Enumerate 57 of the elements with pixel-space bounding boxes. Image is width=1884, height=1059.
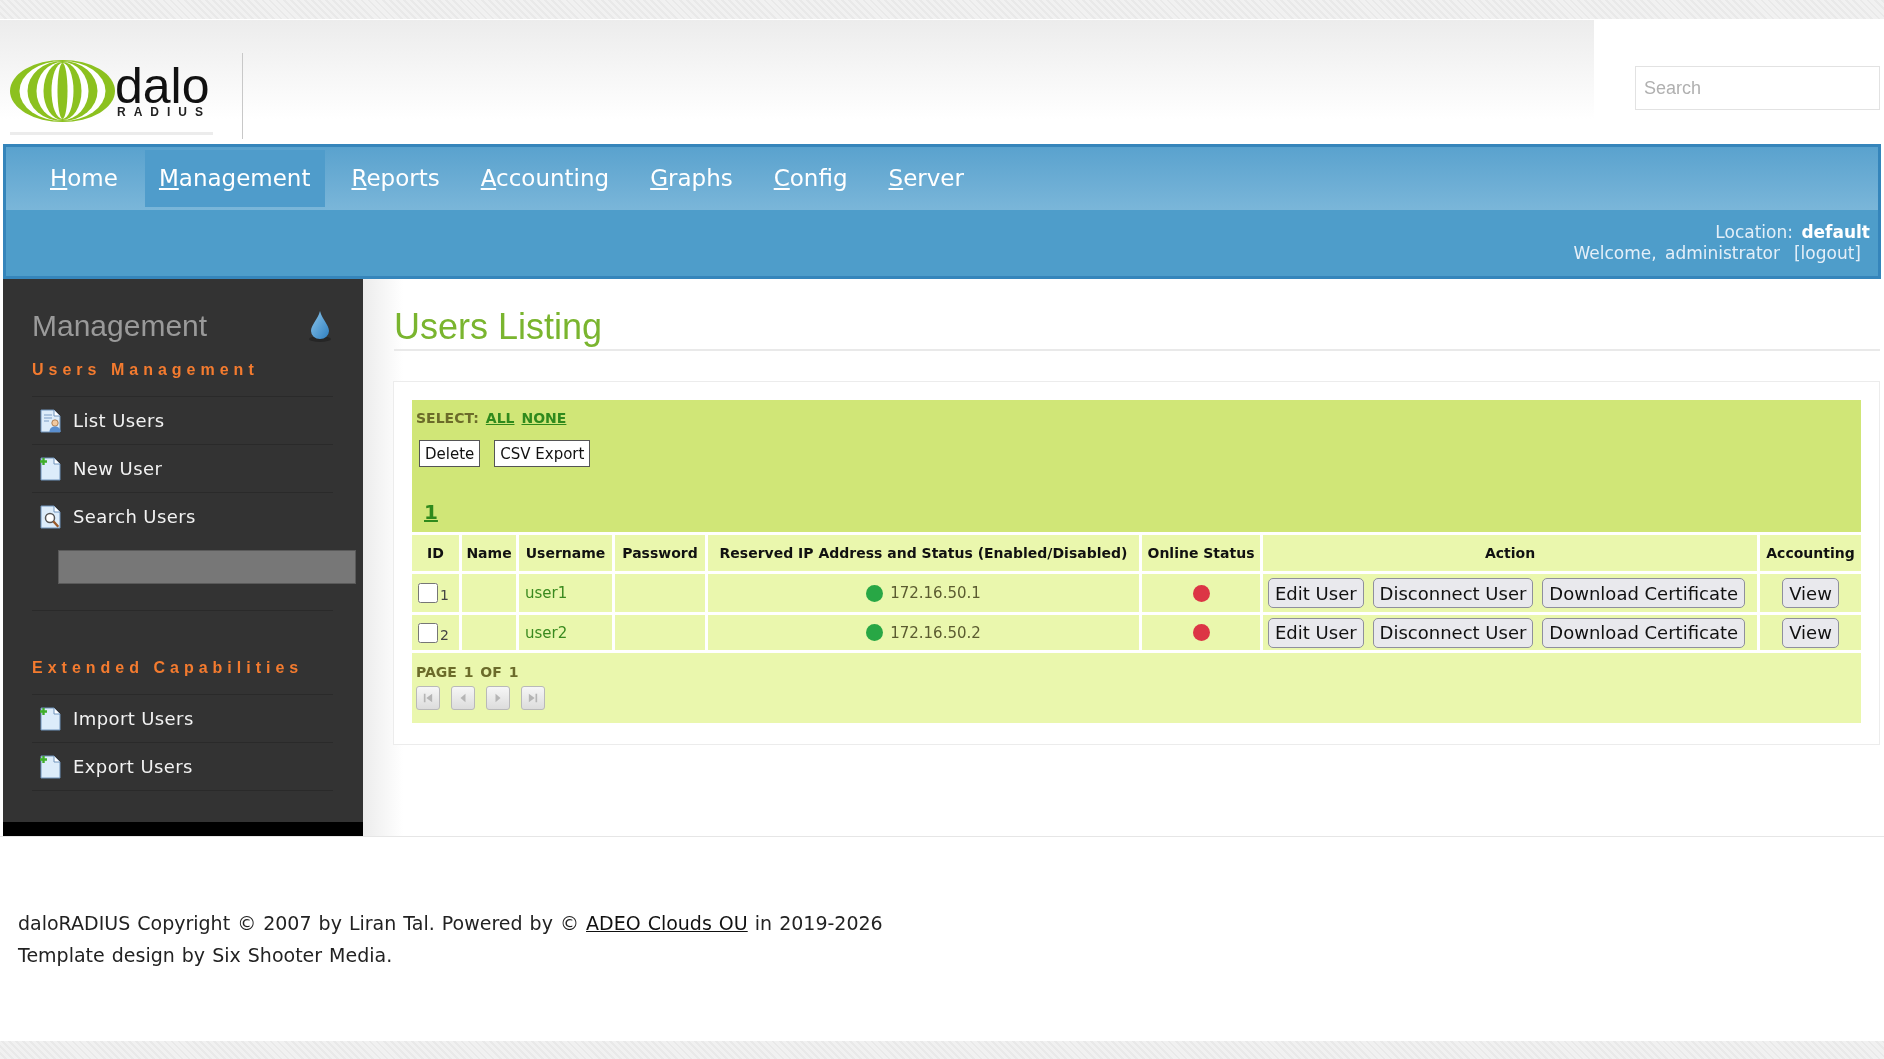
row-id: 2 [440,626,449,643]
section-heading: Extended Capabilities [32,658,333,695]
search-field[interactable]: Search [1635,66,1880,110]
column-header: Action [1260,532,1757,571]
column-header: Accounting [1757,532,1861,571]
sidebar-link[interactable]: Search Users [32,493,333,540]
row-checkbox[interactable] [418,622,438,643]
column-header: Reserved IP Address and Status (Enabled/Disabled) [705,532,1139,571]
action-button[interactable]: Download Certificate [1542,617,1746,648]
welcome-text: Welcome, administrator [1573,243,1780,263]
user-list-icon [39,408,63,433]
copyright-text: daloRADIUS Copyright © 2007 by Liran Tal. Powered by © ADEO Clouds OU in 2019-2026 [18,911,884,936]
toolbar-button[interactable]: Delete [419,440,481,467]
striped-globe-icon [10,60,115,122]
action-button[interactable]: Edit User [1268,578,1364,608]
row-id: 1 [440,587,449,603]
add-document-icon [39,754,63,779]
page-count-text: PAGE 1 OF 1 [416,663,520,681]
section-heading: Users Management [32,360,333,397]
view-button[interactable]: View [1782,617,1839,648]
ip-address: 172.16.50.1 [890,584,981,602]
sidebar-link[interactable]: List Users [32,397,333,444]
company-link[interactable]: ADEO Clouds OU [586,912,748,934]
location-text: Location: default [1714,222,1870,243]
page-title: Users Listing [394,306,1880,351]
column-header: Online Status [1139,532,1260,571]
toolbar-button[interactable]: CSV Export [494,440,591,467]
action-button[interactable]: Disconnect User [1372,617,1534,648]
column-header: Password [612,532,705,571]
search-document-icon [39,504,63,529]
row-checkbox[interactable] [418,583,438,603]
logo-wordmark: dalo [115,66,211,106]
skip-end-icon [528,693,538,703]
add-document-icon [39,706,63,731]
triangle-left-icon [458,693,468,703]
credits-text: Template design by Six Shooter Media. [18,943,394,968]
username-link[interactable]: user1 [523,584,568,602]
sidebar-search-field[interactable] [58,550,356,584]
skip-start-icon [423,693,433,703]
action-button[interactable]: Edit User [1268,617,1364,648]
view-button[interactable]: View [1782,578,1839,608]
sidebar-title: Management [32,308,208,344]
action-button[interactable]: Disconnect User [1372,578,1534,608]
sidebar-link[interactable]: Export Users [32,743,333,790]
column-header: Username [516,532,612,571]
logo-tagline: RADIUS [117,106,211,118]
select-label: SELECT: [416,410,479,426]
column-header: Name [459,532,516,571]
sidebar-link[interactable]: New User [32,445,333,492]
action-button[interactable]: Download Certificate [1542,578,1746,608]
triangle-right-icon [493,693,503,703]
column-header: ID [412,532,459,571]
add-document-icon [39,456,63,481]
water-drop-icon [308,310,332,342]
ip-address: 172.16.50.2 [890,623,981,642]
sidebar-link[interactable]: Import Users [32,695,333,742]
username-link[interactable]: user2 [523,623,568,642]
